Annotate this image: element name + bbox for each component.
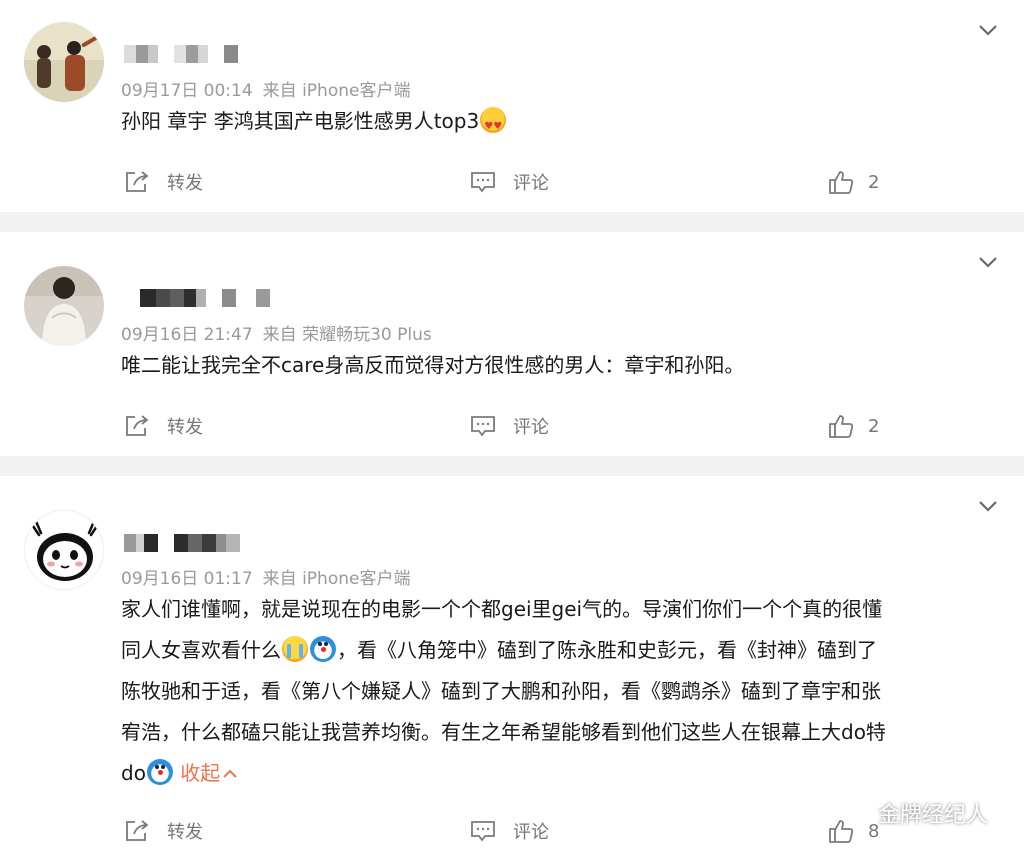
comment-text: 唯二能让我完全不care身高反而觉得对方很性感的男人：章宇和孙阳。	[121, 348, 1001, 389]
comment-text-line: 同人女喜欢看什么	[121, 638, 281, 662]
repost-label: 转发	[167, 822, 203, 843]
repost-button[interactable]: 转发	[124, 406, 203, 446]
comment-feed: 09月17日 00:14 来自 iPhone客户端 孙阳 章宇 李鸿其国产电影性感…	[0, 0, 1024, 863]
doge-emoji-icon	[310, 636, 336, 662]
thumbs-up-icon	[829, 415, 854, 438]
repost-button[interactable]: 转发	[124, 162, 203, 202]
repost-label: 转发	[167, 417, 203, 438]
chevron-up-icon	[223, 769, 238, 778]
comment-text-line: 孙阳 章宇 李鸿其国产电影性感男人top3	[121, 109, 480, 133]
like-button[interactable]: 2	[828, 162, 879, 202]
comment-label: 评论	[513, 173, 549, 194]
comment-label: 评论	[513, 822, 549, 843]
like-count: 2	[868, 415, 880, 437]
chevron-down-icon[interactable]	[976, 18, 1000, 42]
comment-icon	[471, 821, 495, 842]
avatar[interactable]	[24, 22, 104, 102]
comment-text-line: 家人们谁懂啊，就是说现在的电影一个个都gei里gei气的。导演们你们一个个真的很…	[121, 597, 883, 621]
action-bar: 转发 评论 2	[0, 162, 1024, 202]
separator	[0, 456, 1024, 476]
avatar[interactable]	[24, 266, 104, 346]
post-meta: 09月17日 00:14 来自 iPhone客户端	[121, 76, 410, 101]
post-time: 09月16日 21:47	[121, 325, 253, 345]
post-meta: 09月16日 21:47 来自 荣耀畅玩30 Plus	[121, 320, 432, 345]
crying-emoji-icon	[282, 636, 308, 662]
repost-label: 转发	[167, 173, 203, 194]
post-source: 来自 iPhone客户端	[262, 569, 411, 589]
comment-text-line: 唯二能让我完全不care身高反而觉得对方很性感的男人：章宇和孙阳。	[121, 353, 745, 377]
comment-icon	[471, 172, 495, 193]
wechat-icon	[832, 798, 871, 827]
comment-icon	[471, 416, 495, 437]
collapse-label: 收起	[180, 761, 221, 785]
repost-button[interactable]: 转发	[124, 811, 203, 851]
comment-button[interactable]: 评论	[470, 811, 549, 851]
action-bar: 转发 评论 2	[0, 406, 1024, 446]
comment-text-line: 宥浩，什么都磕只能让我营养均衡。有生之年希望能够看到他们这些人在银幕上大do特	[121, 720, 886, 744]
repost-icon	[126, 171, 149, 192]
comment-text-line: 陈牧驰和于适，看《第八个嫌疑人》磕到了大鹏和孙阳，看《鹦鹉杀》磕到了章宇和张	[121, 679, 881, 703]
comment-label: 评论	[513, 417, 549, 438]
watermark: 金牌经纪人	[832, 797, 988, 829]
comment-button[interactable]: 评论	[470, 162, 549, 202]
like-button[interactable]: 2	[828, 406, 879, 446]
like-count: 2	[868, 171, 880, 193]
doge-emoji-icon	[146, 759, 173, 785]
collapse-link[interactable]: 收起	[180, 761, 238, 785]
comment-text: 孙阳 章宇 李鸿其国产电影性感男人top3	[121, 104, 1001, 145]
post-time: 09月17日 00:14	[121, 81, 253, 101]
post-time: 09月16日 01:17	[121, 569, 253, 589]
post-meta: 09月16日 01:17 来自 iPhone客户端	[121, 564, 410, 589]
post-source: 来自 iPhone客户端	[262, 81, 411, 101]
repost-icon	[126, 820, 149, 841]
heart-eyes-emoji-icon	[480, 107, 507, 144]
comment-card: 09月17日 00:14 来自 iPhone客户端 孙阳 章宇 李鸿其国产电影性感…	[0, 0, 1024, 212]
repost-icon	[126, 415, 149, 436]
comment-text-line: ，看《八角笼中》磕到了陈永胜和史彭元，看《封神》磕到了	[337, 638, 877, 662]
separator	[0, 212, 1024, 232]
comment-card: 09月16日 21:47 来自 荣耀畅玩30 Plus 唯二能让我完全不care身…	[0, 232, 1024, 456]
comment-text: 家人们谁懂啊，就是说现在的电影一个个都gei里gei气的。导演们你们一个个真的很…	[121, 592, 1001, 797]
thumbs-up-icon	[829, 171, 854, 194]
avatar[interactable]	[24, 510, 104, 590]
chevron-down-icon[interactable]	[976, 494, 1000, 518]
comment-button[interactable]: 评论	[470, 406, 549, 446]
comment-text-line: do	[121, 761, 146, 785]
post-source: 来自 荣耀畅玩30 Plus	[262, 325, 432, 345]
watermark-text: 金牌经纪人	[877, 803, 988, 828]
chevron-down-icon[interactable]	[976, 250, 1000, 274]
